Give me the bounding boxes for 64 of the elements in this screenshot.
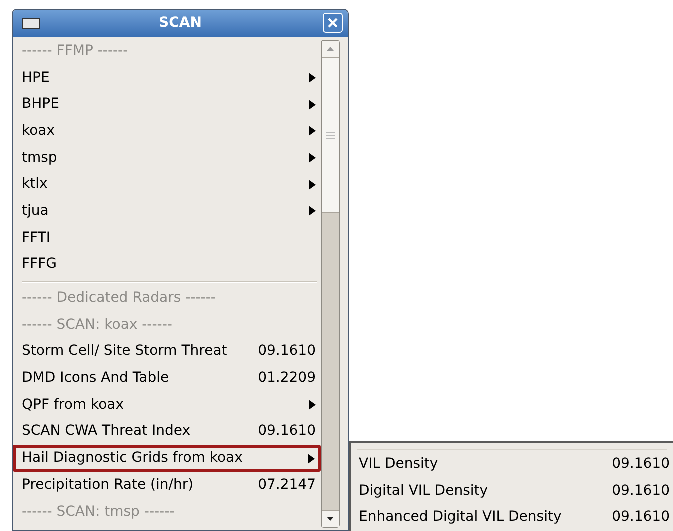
window-menu-icon[interactable] [22,18,40,29]
close-icon [328,18,338,28]
item-label: tmsp [22,148,58,168]
item-label: koax [22,122,56,141]
item-label: DMD Icons And Table [22,369,170,388]
submenu-arrow-icon [308,454,315,464]
section-header: ------ FFMP ------ [22,42,128,61]
scrollbar[interactable] [321,40,340,528]
menu-item[interactable]: Hail Diagnostic Grids from koax [13,445,321,472]
item-value: 09.1610 [612,482,670,501]
item-value: 09.1610 [612,454,670,474]
down-arrow-icon [327,517,334,521]
section-header: ------ SCAN: tmsp ------ [22,502,175,522]
menu-item[interactable]: Precipitation Rate (in/hr) 07.2147 [22,472,319,499]
scroll-down-button[interactable] [322,510,339,527]
section-header: ------ Dedicated Radars ------ [22,289,216,308]
menu-item[interactable]: DMD Icons And Table 01.2209 [22,365,319,392]
item-label: BHPE [22,95,60,114]
scroll-thumb[interactable] [322,58,339,213]
window-title: SCAN [159,14,202,33]
menu-item[interactable]: Digital VIL Density 09.1610 [359,478,673,504]
item-value: 07.2147 [258,476,316,495]
item-value: 09.1610 [258,422,316,442]
submenu-arrow-icon [309,126,316,136]
menu-item[interactable]: HPE [22,64,319,92]
item-label: Storm Cell/ Site Storm Threat [22,342,228,362]
up-arrow-icon [327,47,334,51]
menu-item[interactable]: ktlx [22,171,319,198]
item-label: SCAN CWA Threat Index [22,422,191,442]
submenu-arrow-icon [309,153,316,164]
submenu-arrow-icon [309,206,316,216]
scroll-up-button[interactable] [322,41,339,58]
item-label: ktlx [22,175,48,194]
grip-icon [326,132,335,138]
item-value: 09.1610 [612,508,670,528]
submenu-arrow-icon [309,73,316,84]
menu-item[interactable]: BHPE [22,91,319,118]
item-label: Precipitation Rate (in/hr) [22,476,194,495]
submenu-arrow-icon [309,100,316,110]
submenu-arrow-icon [309,400,316,410]
close-button[interactable] [323,13,343,33]
item-label: QPF from koax [22,396,124,415]
item-value: 09.1610 [258,342,316,362]
item-label: FFTI [22,228,51,248]
item-label: Digital VIL Density [359,482,488,501]
menu-item[interactable]: tjua [22,198,319,225]
menu-item[interactable]: SCAN CWA Threat Index 09.1610 [22,418,319,446]
item-label: Enhanced Digital VIL Density [359,508,562,528]
section-header: ------ SCAN: koax ------ [22,316,172,335]
item-label: VIL Density [359,454,438,474]
item-label: Hail Diagnostic Grids from koax [22,449,243,468]
submenu-arrow-icon [309,180,316,190]
menu-item[interactable]: Storm Cell/ Site Storm Threat 09.1610 [22,338,319,366]
menu-item[interactable]: QPF from koax [22,392,319,419]
item-label: tjua [22,202,49,221]
menu-item[interactable]: Enhanced Digital VIL Density 09.1610 [359,504,673,531]
menu-item[interactable]: tmsp [22,144,319,172]
menu-item[interactable]: koax [22,118,319,145]
item-label: HPE [22,68,50,88]
item-label: FFFG [22,255,58,274]
menu-item[interactable]: FFFG [22,252,319,278]
menu-item[interactable]: VIL Density 09.1610 [359,451,673,478]
item-value: 01.2209 [258,369,316,388]
menu-item[interactable]: FFTI [22,224,319,252]
